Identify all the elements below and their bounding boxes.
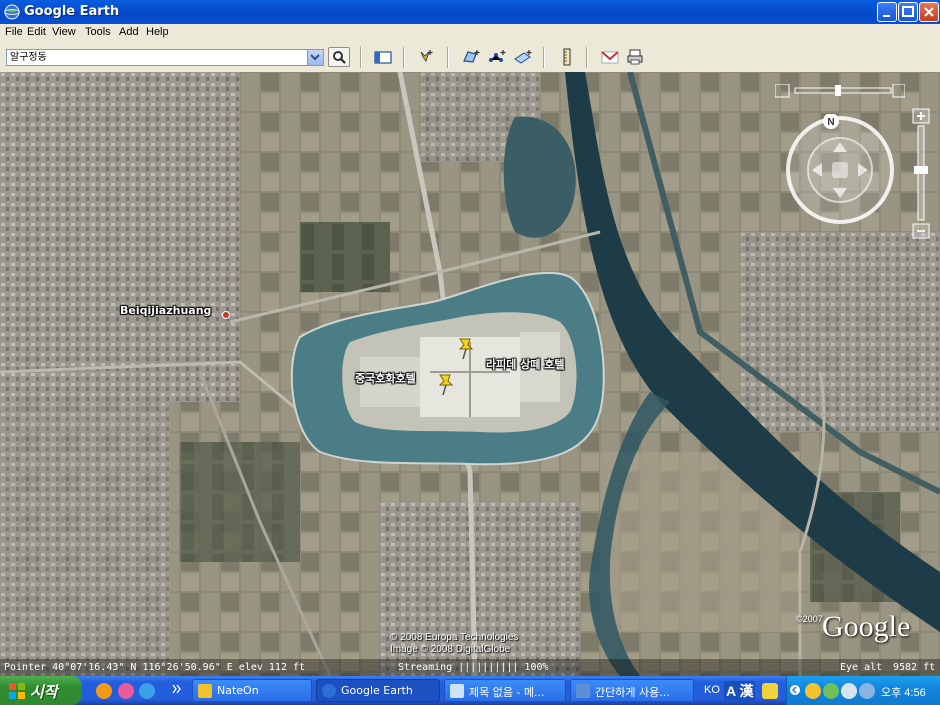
google-earth-icon bbox=[322, 684, 336, 698]
minimize-button[interactable] bbox=[877, 2, 897, 22]
path-icon bbox=[489, 50, 506, 62]
add-polygon-button[interactable] bbox=[460, 47, 482, 67]
chevron-down-icon bbox=[310, 54, 320, 61]
google-logo: ©2007 Google bbox=[796, 610, 911, 644]
pointer-coordinates: Pointer 40°07'16.43" N 116°26'50.96" E e… bbox=[4, 662, 306, 673]
toolbar: 알구정동 bbox=[0, 42, 940, 73]
tray-security-icon[interactable] bbox=[841, 683, 857, 699]
ruler-icon bbox=[563, 48, 571, 66]
quicklaunch-messenger-icon[interactable] bbox=[118, 683, 134, 699]
compass-north-label: N bbox=[827, 117, 834, 128]
placemark-label-hotel1[interactable]: 중국호화호텔 bbox=[355, 370, 416, 386]
place-dot-icon bbox=[222, 311, 230, 319]
logo-text: Google bbox=[822, 610, 911, 643]
maximize-icon bbox=[902, 6, 914, 17]
tray-messenger-icon[interactable] bbox=[805, 683, 821, 699]
placemark-pushpin-icon[interactable] bbox=[436, 372, 456, 396]
task-label: Google Earth bbox=[341, 684, 413, 697]
sidebar-toggle-button[interactable] bbox=[372, 47, 394, 67]
gmail-icon bbox=[601, 51, 619, 64]
task-label: 제목 없음 - 메... bbox=[469, 686, 545, 699]
ime-toolbar-icon[interactable] bbox=[762, 683, 778, 699]
place-label-beiqijiazhuang[interactable]: Beiqijiazhuang bbox=[120, 304, 211, 317]
add-placemark-button[interactable] bbox=[415, 47, 437, 67]
search-button[interactable] bbox=[328, 47, 350, 67]
placemark-pushpin-icon[interactable] bbox=[456, 336, 476, 360]
placemark-label-hotel2[interactable]: 라피데 상떼 호텔 bbox=[486, 356, 565, 372]
logo-year: ©2007 bbox=[796, 614, 823, 624]
google-earth-icon bbox=[4, 4, 20, 20]
task-nateon[interactable]: NateOn bbox=[192, 679, 312, 702]
copyright-line-2: Image © 2008 DigitalGlobe bbox=[390, 644, 511, 655]
quicklaunch-ie-icon[interactable] bbox=[139, 683, 155, 699]
tray-network-icon[interactable] bbox=[823, 683, 839, 699]
menu-edit[interactable]: Edit bbox=[27, 26, 46, 38]
task-label: NateOn bbox=[217, 684, 259, 697]
task-document[interactable]: 간단하게 사용... bbox=[570, 679, 694, 702]
printer-icon bbox=[627, 49, 643, 65]
print-button[interactable] bbox=[624, 47, 646, 67]
maximize-button[interactable] bbox=[898, 2, 918, 22]
start-button[interactable]: 시작 bbox=[0, 676, 82, 705]
tray-volume-icon[interactable] bbox=[859, 683, 875, 699]
window-title: Google Earth bbox=[24, 4, 120, 19]
task-google-earth[interactable]: Google Earth bbox=[316, 679, 440, 702]
overview-slider[interactable] bbox=[775, 84, 905, 98]
menu-add[interactable]: Add bbox=[119, 26, 139, 38]
placemark-icon bbox=[420, 50, 433, 62]
chevron-left-icon[interactable] bbox=[790, 685, 800, 695]
status-bar: Pointer 40°07'16.43" N 116°26'50.96" E e… bbox=[0, 659, 940, 676]
imagery-copyright: © 2008 Europa Technologies Image © 2008 … bbox=[390, 632, 518, 656]
menu-view[interactable]: View bbox=[52, 26, 76, 38]
chevron-right-icon[interactable] bbox=[172, 684, 182, 694]
magnifier-icon bbox=[333, 51, 346, 64]
close-icon bbox=[924, 7, 934, 17]
minimize-icon bbox=[883, 15, 890, 17]
navigation-compass[interactable]: N bbox=[784, 114, 896, 226]
close-button[interactable] bbox=[919, 2, 939, 22]
system-tray: 오후 4:56 bbox=[786, 676, 940, 705]
menu-help[interactable]: Help bbox=[146, 26, 169, 38]
add-path-button[interactable] bbox=[486, 47, 508, 67]
search-value: 알구정동 bbox=[10, 52, 47, 63]
streaming-status: Streaming |||||||||| 100% bbox=[398, 662, 549, 673]
zoom-slider[interactable] bbox=[912, 108, 930, 240]
email-button[interactable] bbox=[599, 47, 621, 67]
eye-altitude-label: Eye alt bbox=[840, 662, 883, 673]
clock[interactable]: 오후 4:56 bbox=[881, 684, 926, 700]
polygon-icon bbox=[463, 50, 480, 63]
nateon-icon bbox=[198, 684, 212, 698]
notepad-icon bbox=[450, 684, 464, 698]
image-overlay-icon bbox=[514, 50, 532, 64]
menu-file[interactable]: File bbox=[5, 26, 23, 38]
search-dropdown-button[interactable] bbox=[307, 50, 323, 65]
menu-bar: File Edit View Tools Add Help bbox=[0, 24, 940, 42]
ruler-button[interactable] bbox=[556, 47, 578, 67]
windows-logo-icon bbox=[9, 683, 25, 699]
quicklaunch-firefox-icon[interactable] bbox=[96, 683, 112, 699]
start-label: 시작 bbox=[30, 683, 58, 701]
sidebar-icon bbox=[374, 51, 392, 64]
taskbar: 시작 NateOn Google Earth 제목 없음 - 메... 간단하게… bbox=[0, 676, 940, 705]
copyright-line-1: © 2008 Europa Technologies bbox=[390, 632, 519, 643]
menu-tools[interactable]: Tools bbox=[85, 26, 111, 38]
add-image-overlay-button[interactable] bbox=[512, 47, 534, 67]
ime-indicator[interactable]: A 漢 bbox=[724, 681, 756, 701]
search-input[interactable]: 알구정동 bbox=[6, 49, 324, 66]
eye-altitude-value: 9582 ft bbox=[893, 662, 936, 673]
task-notepad[interactable]: 제목 없음 - 메... bbox=[444, 679, 566, 702]
language-indicator[interactable]: KO bbox=[704, 684, 720, 696]
title-bar: Google Earth bbox=[0, 0, 940, 24]
document-icon bbox=[576, 684, 590, 698]
task-label: 간단하게 사용... bbox=[595, 686, 670, 699]
map-view[interactable]: Beiqijiazhuang 중국호화호텔 라피데 상떼 호텔 N © 2008… bbox=[0, 72, 940, 676]
